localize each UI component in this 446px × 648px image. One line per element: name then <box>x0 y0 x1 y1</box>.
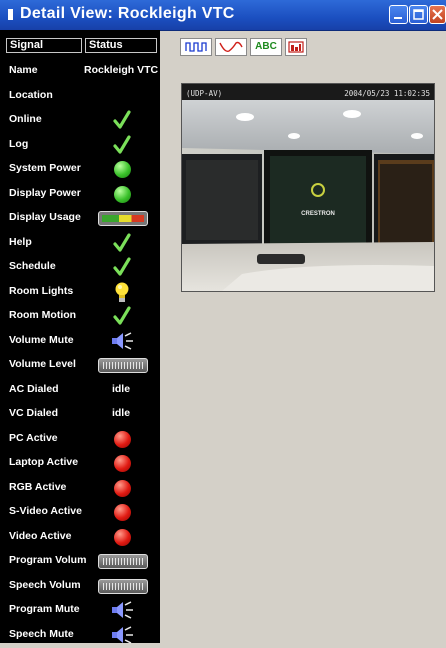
signal-label: AC Dialed <box>9 382 59 395</box>
signal-label: RGB Active <box>9 480 67 493</box>
status-column-header: Status <box>85 38 157 53</box>
signal-label: Display Usage <box>9 211 81 223</box>
picture-view-button[interactable] <box>285 38 307 56</box>
close-button[interactable] <box>429 5 446 24</box>
signal-row-volume-level[interactable]: Volume Level <box>0 354 160 378</box>
text-view-label: ABC <box>255 41 277 52</box>
red-status-icon <box>114 504 131 521</box>
signal-row-pc-active[interactable]: PC Active <box>0 428 160 452</box>
red-status-icon <box>114 455 131 472</box>
minimize-icon <box>394 17 402 19</box>
title-bar[interactable]: Detail View: Rockleigh VTC <box>0 0 446 31</box>
signal-row-speech-mute[interactable]: Speech Mute <box>0 624 160 648</box>
signal-label: Help <box>9 235 32 248</box>
red-status-icon <box>114 430 131 448</box>
signal-row-location[interactable]: Location <box>0 85 160 109</box>
signal-row-video-active[interactable]: Video Active <box>0 526 160 550</box>
signal-row-room-lights[interactable]: Room Lights <box>0 281 160 305</box>
video-source-label: (UDP-AV) <box>186 89 223 98</box>
signal-curve-button[interactable] <box>215 38 247 56</box>
signal-row-laptop-active[interactable]: Laptop Active <box>0 452 160 476</box>
signal-label: Location <box>9 88 53 101</box>
signal-label: Room Lights <box>9 284 74 297</box>
signal-row-room-motion[interactable]: Room Motion <box>0 305 160 329</box>
status-text: idle <box>111 382 131 395</box>
signal-row-volume-mute[interactable]: Volume Mute <box>0 330 160 354</box>
video-timestamp: 2004/05/23 11:02:35 <box>344 89 430 98</box>
light-bulb-icon <box>115 282 129 302</box>
maximize-button[interactable] <box>409 5 428 24</box>
speaker-icon[interactable] <box>110 331 136 351</box>
signal-label: Schedule <box>9 260 56 272</box>
signal-row-program-volum[interactable]: Program Volum <box>0 550 160 574</box>
signal-column-header: Signal <box>6 38 82 53</box>
signal-row-online[interactable]: Online <box>0 109 160 133</box>
signal-row-display-power[interactable]: Display Power <box>0 183 160 207</box>
signal-label: Log <box>9 137 29 150</box>
red-status-icon <box>114 528 131 546</box>
status-text: idle <box>111 407 131 419</box>
signal-row-help[interactable]: Help <box>0 232 160 256</box>
signal-label: Name <box>9 64 38 76</box>
signal-label: Program Volum <box>9 554 87 566</box>
status-text: Rockleigh VTC <box>84 64 159 76</box>
checkmark-icon <box>113 232 131 252</box>
signal-label: Volume Level <box>9 358 76 370</box>
picture-view-icon <box>288 41 304 53</box>
level-slider[interactable] <box>98 578 148 594</box>
window-title: Detail View: Rockleigh VTC <box>20 5 235 22</box>
signal-label: Display Power <box>9 186 81 199</box>
level-slider[interactable] <box>98 554 148 569</box>
signal-label: Video Active <box>9 529 72 542</box>
signal-label: Speech Volum <box>9 578 81 591</box>
window-icon <box>8 9 13 20</box>
checkmark-icon <box>113 134 131 154</box>
signal-row-rgb-active[interactable]: RGB Active <box>0 477 160 501</box>
conference-room-image: CRESTRON <box>182 84 434 291</box>
signal-label: Speech Mute <box>9 627 74 640</box>
signal-row-speech-volum[interactable]: Speech Volum <box>0 575 160 599</box>
checkmark-icon <box>113 110 131 129</box>
signal-row-system-power[interactable]: System Power <box>0 158 160 182</box>
signal-label: Online <box>9 113 42 125</box>
signal-label: PC Active <box>9 431 58 444</box>
signal-row-display-usage[interactable]: Display Usage <box>0 207 160 231</box>
red-status-icon <box>114 479 131 497</box>
signal-label: Program Mute <box>9 603 80 615</box>
speaker-icon[interactable] <box>110 600 136 620</box>
screen-logo-text: CRESTRON <box>301 211 335 217</box>
signal-row-schedule[interactable]: Schedule <box>0 256 160 280</box>
signal-row-vc-dialed[interactable]: VC Dialed idle <box>0 403 160 427</box>
signal-row-name[interactable]: Name Rockleigh VTC <box>0 60 160 84</box>
signal-row-s-video-active[interactable]: S-Video Active <box>0 501 160 525</box>
close-icon <box>432 9 443 20</box>
checkmark-icon <box>113 306 131 325</box>
signal-label: Room Motion <box>9 309 77 321</box>
text-view-button[interactable]: ABC <box>250 38 282 56</box>
signal-row-log[interactable]: Log <box>0 134 160 158</box>
pulse-wave-button[interactable] <box>180 38 212 56</box>
maximize-icon <box>413 9 424 20</box>
signal-row-program-mute[interactable]: Program Mute <box>0 599 160 623</box>
green-status-icon <box>114 185 131 203</box>
signal-label: VC Dialed <box>9 407 59 419</box>
signal-label: Laptop Active <box>9 456 79 468</box>
signal-label: System Power <box>9 162 81 174</box>
green-status-icon <box>114 161 131 178</box>
signal-label: S-Video Active <box>9 505 82 517</box>
signal-status-panel: Signal Status Name Rockleigh VTC Location O… <box>0 30 160 644</box>
pulse-wave-icon <box>185 42 207 52</box>
speaker-icon[interactable] <box>110 625 136 645</box>
camera-video-feed[interactable]: CRESTRON (UDP-AV) 2004/05/23 11:02:35 <box>181 83 435 292</box>
signal-label: Volume Mute <box>9 333 74 346</box>
signal-row-ac-dialed[interactable]: AC Dialed idle <box>0 379 160 403</box>
signal-curve-icon <box>219 41 243 53</box>
usage-meter <box>98 211 148 226</box>
minimize-button[interactable] <box>389 5 408 24</box>
level-slider[interactable] <box>98 358 148 373</box>
checkmark-icon <box>113 257 131 276</box>
